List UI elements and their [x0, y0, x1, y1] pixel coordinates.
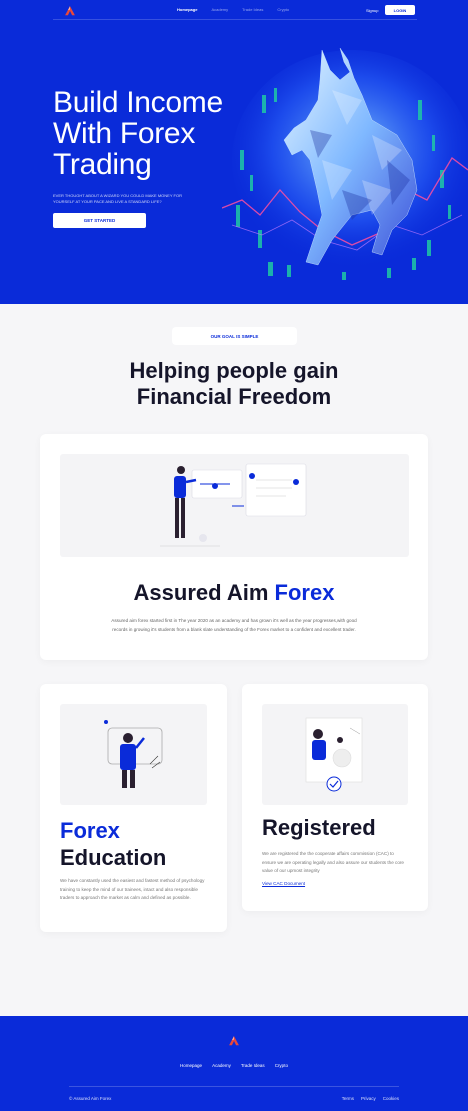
footer-link-academy[interactable]: Academy	[212, 1063, 231, 1068]
goal-title: Helping people gain Financial Freedom	[129, 358, 339, 409]
footer-link-trade-ideas[interactable]: Trade Ideas	[241, 1063, 265, 1068]
footer-links: Homepage Academy Trade Ideas Crypto	[0, 1063, 468, 1068]
footer-logo-icon[interactable]	[227, 1034, 241, 1048]
nav-link-academy[interactable]: Academy	[211, 7, 228, 12]
registered-card: Registered We are registered the the coo…	[242, 684, 428, 911]
presentation-illustration	[160, 463, 307, 547]
forex-education-description: We have constantly used the easiest and …	[60, 878, 205, 900]
signup-link[interactable]: Signup	[366, 8, 378, 13]
registered-illustration	[262, 704, 408, 805]
forex-education-title: Forex Education	[60, 818, 167, 870]
footer-link-homepage[interactable]: Homepage	[180, 1063, 202, 1068]
view-cac-document-link[interactable]: View CAC Document	[262, 881, 305, 886]
goal-badge: OUR GOAL IS SIMPLE	[172, 327, 297, 345]
footer-link-privacy[interactable]: Privacy	[361, 1096, 376, 1101]
hero-subtitle: EVER THOUGHT ABOUT A WIZARD YOU COULD MA…	[53, 193, 182, 204]
nav-links: Homepage Academy Trade Ideas Crypto	[177, 7, 289, 12]
footer: Homepage Academy Trade Ideas Crypto © As…	[0, 1016, 468, 1111]
assured-title: Assured Aim Forex	[133, 580, 335, 605]
get-started-button[interactable]: GET STARTED	[53, 213, 146, 228]
logo-icon[interactable]	[63, 4, 77, 18]
teacher-illustration	[104, 720, 163, 788]
footer-copyright: © Assured Aim Forex	[69, 1096, 112, 1101]
forex-illustration	[60, 704, 207, 805]
footer-link-crypto[interactable]: Crypto	[275, 1063, 288, 1068]
nav-link-crypto[interactable]: Crypto	[277, 7, 289, 12]
login-button[interactable]: LOGIN	[385, 5, 415, 15]
footer-divider	[69, 1086, 399, 1087]
footer-legal-links: Terms Privacy Cookies	[342, 1096, 399, 1101]
footer-link-cookies[interactable]: Cookies	[383, 1096, 399, 1101]
footer-link-terms[interactable]: Terms	[342, 1096, 354, 1101]
top-nav: Homepage Academy Trade Ideas Crypto Sign…	[53, 4, 417, 20]
nav-link-homepage[interactable]: Homepage	[177, 7, 197, 12]
registered-description: We are registered the the cooperate affa…	[262, 851, 404, 873]
forex-education-card: Forex Education We have constantly used t…	[40, 684, 227, 932]
document-illustration	[305, 717, 363, 792]
assured-card: Assured Aim Forex Assured aim forex star…	[40, 434, 428, 660]
hero-section: Homepage Academy Trade Ideas Crypto Sign…	[0, 0, 468, 304]
registered-title: Registered	[262, 815, 376, 840]
assured-description: Assured aim forex started first in The y…	[111, 618, 357, 632]
bull-illustration	[222, 47, 468, 280]
nav-link-trade-ideas[interactable]: Trade Ideas	[242, 7, 263, 12]
assured-illustration	[60, 454, 409, 557]
